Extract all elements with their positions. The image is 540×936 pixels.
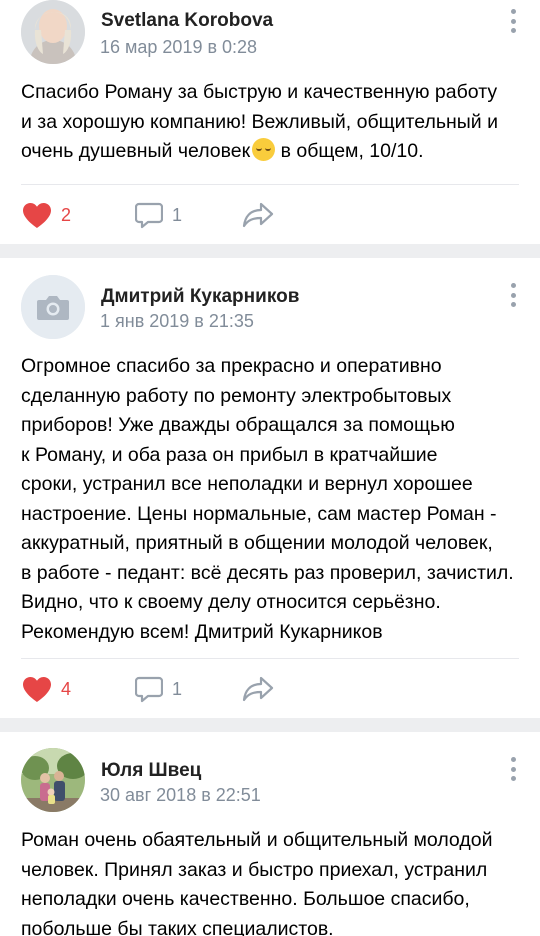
post-text-line: Видно, что к своему делу относится серьё… — [21, 591, 441, 613]
post-text-line: Огромное спасибо за прекрасно и оператив… — [21, 355, 442, 377]
post-text-line: Роман очень обаятельный и общительный мо… — [21, 829, 493, 851]
post-card: Svetlana Korobova 16 мар 2019 в 0:28 Спа… — [0, 0, 540, 244]
divider — [21, 658, 519, 659]
post-actions: 2 1 — [0, 199, 540, 231]
post-text-line: настроение. Цены нормальные, сам мастер … — [21, 502, 497, 525]
like-button[interactable]: 2 — [22, 199, 71, 231]
post-text-line: и за хорошую компанию! Вежливый, общител… — [21, 110, 498, 133]
author-avatar[interactable] — [21, 275, 85, 339]
post-text-fragment: очень душевный человек — [21, 140, 251, 162]
post-actions: 4 1 — [0, 673, 540, 705]
comment-count: 1 — [172, 204, 183, 225]
author-avatar[interactable] — [21, 748, 85, 812]
post-card: Дмитрий Кукарников 1 янв 2019 в 21:35 Ог… — [0, 258, 540, 718]
post-text-line: Рекомендую всем! Дмитрий Кукарников — [21, 620, 383, 643]
more-vertical-icon[interactable] — [510, 757, 516, 781]
share-button[interactable] — [242, 673, 274, 705]
comment-icon — [135, 202, 163, 229]
post-text-line: очень душевный человек в общем, 10/10. — [21, 137, 526, 167]
more-vertical-icon[interactable] — [510, 9, 516, 33]
post-text-fragment: в общем, 10/10. — [275, 140, 424, 162]
camera-icon — [21, 275, 85, 339]
post-text-line: сроки, устранил все неполадки и вернул х… — [21, 473, 473, 495]
like-count: 2 — [61, 204, 72, 225]
post-text: Спасибо Роману за быструю и качественную… — [21, 78, 526, 167]
like-count: 4 — [61, 678, 72, 699]
post-author-name[interactable]: Svetlana Korobova — [101, 10, 273, 32]
post-text-line: приборов! Уже дважды обращался за помощь… — [21, 414, 455, 436]
post-author-name[interactable]: Дмитрий Кукарников — [101, 286, 299, 308]
post-text-line: неполадки очень качественно. Большое спа… — [21, 888, 470, 910]
post-text-line: побольше бы таких специалистов. — [21, 917, 334, 936]
like-button[interactable]: 4 — [22, 673, 71, 705]
comment-button[interactable]: 1 — [135, 199, 182, 231]
post-text: Роман очень обаятельный и общительный мо… — [21, 826, 526, 936]
post-text: Огромное спасибо за прекрасно и оператив… — [21, 352, 526, 647]
post-text-line: Спасибо Роману за быструю и качественную… — [21, 81, 498, 103]
reviews-feed: Svetlana Korobova 16 мар 2019 в 0:28 Спа… — [0, 0, 540, 936]
comment-count: 1 — [172, 678, 183, 699]
post-text-line: к Роману, и оба раза он прибыл в кратчай… — [21, 443, 438, 466]
post-date[interactable]: 1 янв 2019 в 21:35 — [100, 311, 254, 332]
post-date[interactable]: 30 авг 2018 в 22:51 — [100, 785, 261, 806]
heart-icon — [23, 202, 51, 228]
post-date[interactable]: 16 мар 2019 в 0:28 — [100, 37, 257, 58]
post-author-name[interactable]: Юля Швец — [101, 760, 201, 782]
share-icon — [242, 676, 274, 702]
heart-icon — [23, 676, 51, 702]
author-avatar[interactable] — [21, 0, 85, 64]
comment-button[interactable]: 1 — [135, 673, 182, 705]
avatar-photo — [21, 0, 85, 64]
post-text-line: сделанную работу по ремонту электробытов… — [21, 384, 452, 407]
post-text-line: в работе - педант: всё десять раз провер… — [21, 561, 514, 584]
post-separator — [0, 718, 540, 732]
divider — [21, 184, 519, 185]
post-card: Юля Швец 30 авг 2018 в 22:51 Роман очень… — [0, 732, 540, 936]
comment-icon — [135, 676, 163, 703]
post-text-line: аккуратный, приятный в общении молодой ч… — [21, 532, 493, 554]
post-separator — [0, 244, 540, 258]
share-button[interactable] — [242, 199, 274, 231]
relieved-face-emoji — [252, 138, 276, 161]
post-text-line: человек. Принял заказ и быстро приехал, … — [21, 858, 488, 881]
more-vertical-icon[interactable] — [510, 283, 516, 307]
avatar-photo — [21, 748, 85, 812]
share-icon — [242, 202, 274, 228]
